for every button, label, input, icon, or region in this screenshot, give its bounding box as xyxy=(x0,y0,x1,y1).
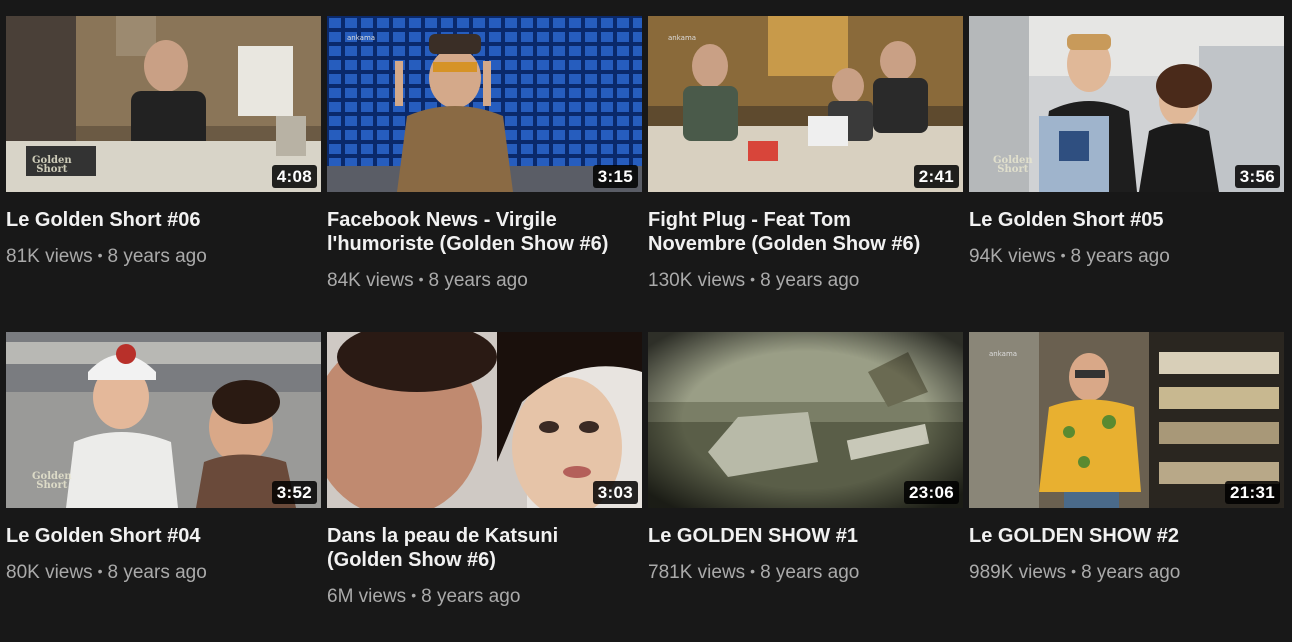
upload-age: 8 years ago xyxy=(1070,246,1170,267)
video-meta: 989K views • 8 years ago xyxy=(969,559,1284,585)
upload-age: 8 years ago xyxy=(1081,562,1181,583)
upload-age: 8 years ago xyxy=(760,562,860,583)
upload-age: 8 years ago xyxy=(107,562,207,583)
meta-separator: • xyxy=(750,271,756,287)
upload-age: 8 years ago xyxy=(760,270,860,291)
video-title[interactable]: Le Golden Short #04 xyxy=(6,524,321,548)
upload-age: 8 years ago xyxy=(428,270,528,291)
meta-separator: • xyxy=(97,247,103,263)
video-duration: 3:52 xyxy=(271,481,317,504)
video-card[interactable]: Golden Short 3:52 Le Golden Short #04 80K… xyxy=(6,332,321,609)
video-duration: 3:56 xyxy=(1234,165,1280,188)
meta-separator: • xyxy=(1071,563,1077,579)
view-count: 989K views xyxy=(969,562,1067,583)
meta-separator: • xyxy=(1060,247,1066,263)
video-title[interactable]: Le Golden Short #05 xyxy=(969,208,1284,232)
video-thumbnail[interactable]: ankama 21:31 xyxy=(969,332,1284,508)
meta-separator: • xyxy=(97,563,103,579)
video-title[interactable]: Facebook News - Virgile l'humoriste (Gol… xyxy=(327,208,642,256)
ankama-logo: ankama xyxy=(989,350,1018,358)
view-count: 6M views xyxy=(327,586,407,607)
video-card[interactable]: Golden Short 3:56 Le Golden Short #05 94K… xyxy=(969,16,1284,332)
video-title[interactable]: Le GOLDEN SHOW #1 xyxy=(648,524,963,548)
upload-age: 8 years ago xyxy=(107,246,207,267)
meta-separator: • xyxy=(418,271,424,287)
video-card[interactable]: 3:03 Dans la peau de Katsuni (Golden Sho… xyxy=(327,332,642,609)
view-count: 81K views xyxy=(6,246,93,267)
video-duration: 3:15 xyxy=(592,165,638,188)
video-meta: 781K views • 8 years ago xyxy=(648,559,963,585)
video-meta: 81K views • 8 years ago xyxy=(6,243,321,269)
video-thumbnail[interactable]: 3:03 xyxy=(327,332,642,508)
video-duration: 2:41 xyxy=(913,165,959,188)
short-logo-text: Short xyxy=(36,480,68,491)
meta-separator: • xyxy=(411,587,417,603)
video-thumbnail[interactable]: Golden Short 3:52 xyxy=(6,332,321,508)
meta-separator: • xyxy=(750,563,756,579)
video-card[interactable]: ankama 21:31 Le GOLDEN SHOW #2 989K view… xyxy=(969,332,1284,609)
view-count: 94K views xyxy=(969,246,1056,267)
video-meta: 80K views • 8 years ago xyxy=(6,559,321,585)
video-title[interactable]: Le GOLDEN SHOW #2 xyxy=(969,524,1284,548)
video-meta: 130K views • 8 years ago xyxy=(648,267,963,293)
video-thumbnail[interactable]: Golden Short 4:08 xyxy=(6,16,321,192)
video-meta: 6M views • 8 years ago xyxy=(327,583,642,609)
video-duration: 3:03 xyxy=(592,481,638,504)
upload-age: 8 years ago xyxy=(421,586,521,607)
video-grid: Golden Short 4:08 Le Golden Short #06 81K… xyxy=(6,16,1286,609)
view-count: 781K views xyxy=(648,562,746,583)
view-count: 84K views xyxy=(327,270,414,291)
video-thumbnail[interactable]: Golden Short 3:56 xyxy=(969,16,1284,192)
short-logo-text: Short xyxy=(36,164,68,175)
short-logo-text: Short xyxy=(997,164,1029,175)
video-title[interactable]: Fight Plug - Feat Tom Novembre (Golden S… xyxy=(648,208,963,256)
video-duration: 4:08 xyxy=(271,165,317,188)
video-card[interactable]: Golden Short 4:08 Le Golden Short #06 81K… xyxy=(6,16,321,332)
video-card[interactable]: 23:06 Le GOLDEN SHOW #1 781K views • 8 yea… xyxy=(648,332,963,609)
video-thumbnail[interactable]: ankama 2:41 xyxy=(648,16,963,192)
video-title[interactable]: Le Golden Short #06 xyxy=(6,208,321,232)
video-thumbnail[interactable]: 23:06 xyxy=(648,332,963,508)
video-meta: 94K views • 8 years ago xyxy=(969,243,1284,269)
ankama-logo: ankama xyxy=(347,34,376,42)
view-count: 130K views xyxy=(648,270,746,291)
ankama-logo: ankama xyxy=(668,34,697,42)
video-card[interactable]: ankama 3:15 Facebook News - Virgile l'hu… xyxy=(327,16,642,332)
video-duration: 23:06 xyxy=(904,481,959,504)
video-card[interactable]: ankama 2:41 Fight Plug - Feat Tom Novemb… xyxy=(648,16,963,332)
video-duration: 21:31 xyxy=(1225,481,1280,504)
video-title[interactable]: Dans la peau de Katsuni (Golden Show #6) xyxy=(327,524,642,572)
view-count: 80K views xyxy=(6,562,93,583)
video-thumbnail[interactable]: ankama 3:15 xyxy=(327,16,642,192)
video-meta: 84K views • 8 years ago xyxy=(327,267,642,293)
